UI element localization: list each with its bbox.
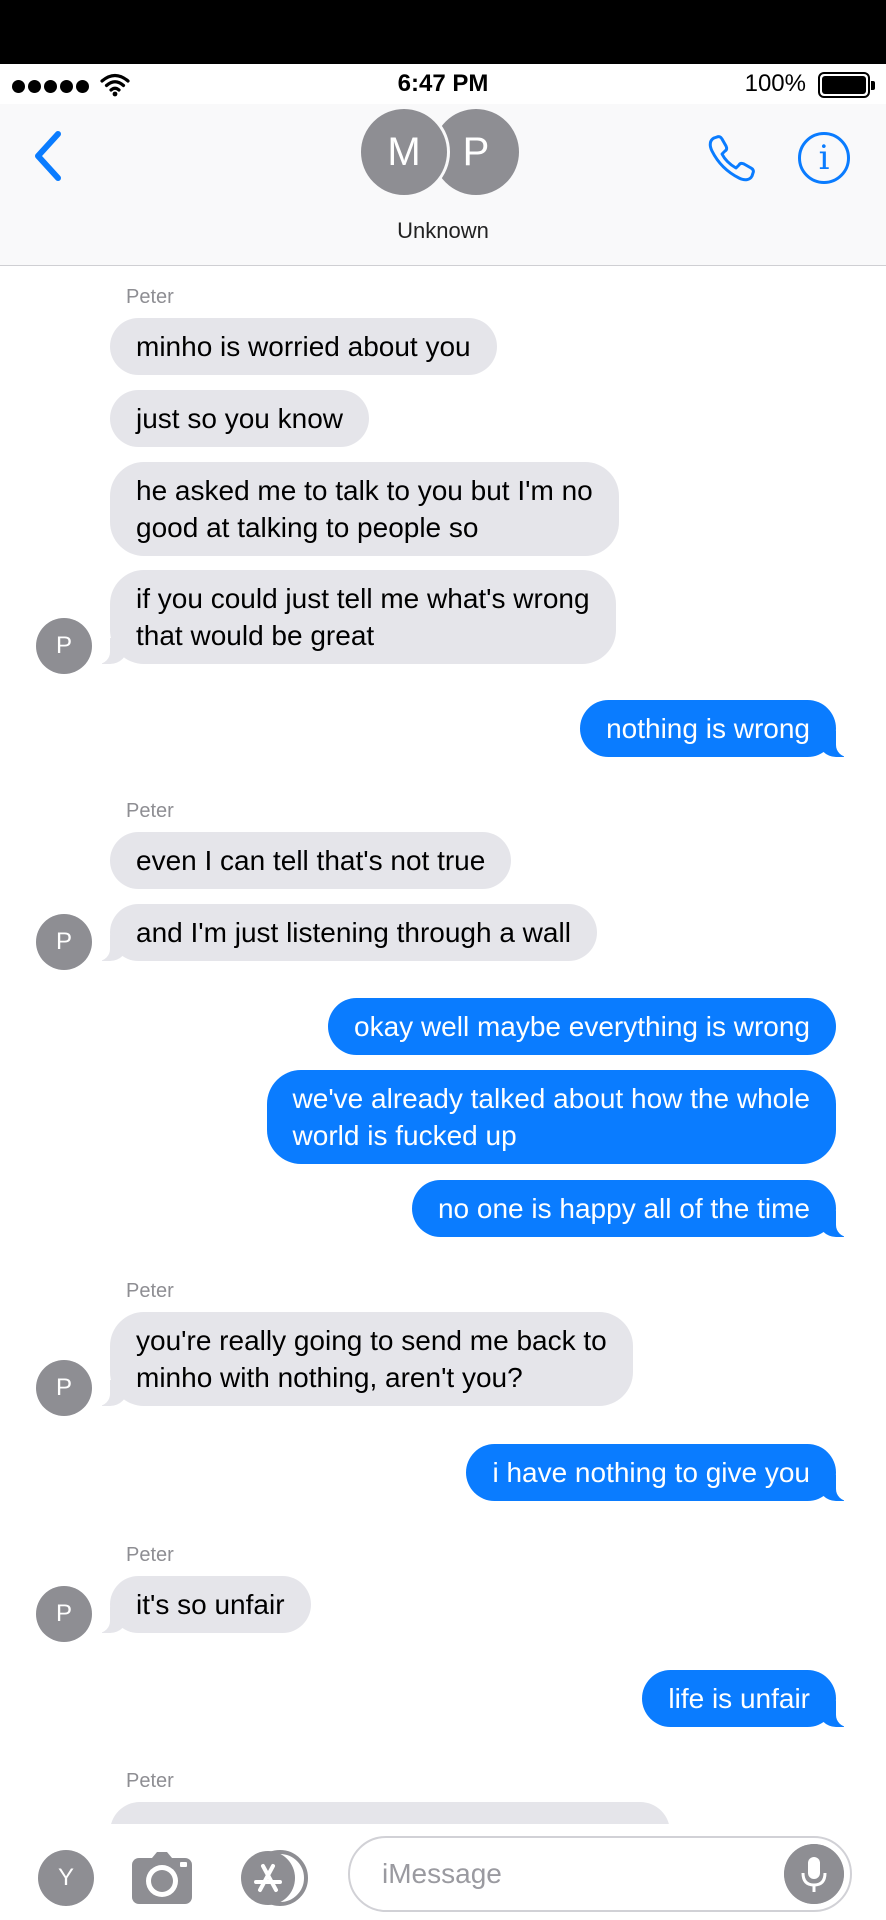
- battery-percent: 100%: [744, 70, 806, 97]
- sender-avatar: P: [36, 914, 92, 970]
- incoming-message[interactable]: and I'm just listening through a wall: [96, 904, 597, 961]
- account-avatar[interactable]: Y: [38, 1850, 94, 1906]
- battery-icon: [818, 72, 875, 98]
- outgoing-message[interactable]: life is unfair: [642, 1670, 850, 1727]
- outgoing-message[interactable]: we've already talked about how the whole…: [266, 1070, 836, 1164]
- incoming-message[interactable]: you're really going to send me back to m…: [96, 1312, 633, 1406]
- sender-avatar: P: [36, 1360, 92, 1416]
- incoming-message[interactable]: it's so unfair: [96, 1576, 311, 1633]
- sender-label: Peter: [126, 800, 174, 822]
- status-bar: 6:47 PM 100%: [0, 64, 886, 104]
- contact-name[interactable]: Unknown: [0, 218, 886, 244]
- imessage-input[interactable]: iMessage: [348, 1836, 852, 1912]
- sender-label: Peter: [126, 286, 174, 308]
- sender-avatar: P: [36, 1586, 92, 1642]
- message-thread: Peter minho is worried about you just so…: [0, 266, 886, 1824]
- incoming-message[interactable]: minho is worried about you: [110, 318, 497, 375]
- info-icon[interactable]: i: [798, 132, 850, 184]
- sender-label: Peter: [126, 1544, 174, 1566]
- avatar-m: M: [358, 106, 450, 198]
- sender-label: Peter: [126, 1280, 174, 1302]
- camera-icon[interactable]: [130, 1848, 194, 1908]
- conversation-header: M P Unknown i: [0, 104, 886, 266]
- back-chevron-icon[interactable]: [28, 126, 68, 186]
- incoming-message[interactable]: he asked me to talk to you but I'm no go…: [110, 462, 619, 556]
- sender-label: Peter: [126, 1770, 174, 1792]
- input-placeholder: iMessage: [382, 1858, 502, 1889]
- outgoing-message[interactable]: i have nothing to give you: [466, 1444, 850, 1501]
- top-black-bar: [0, 0, 886, 64]
- compose-toolbar: Y iMessage: [0, 1824, 886, 1920]
- incoming-message[interactable]: if you could just tell me what's wrong t…: [96, 570, 616, 664]
- sender-avatar: P: [36, 618, 92, 674]
- incoming-message[interactable]: just so you know: [110, 390, 369, 447]
- outgoing-message[interactable]: okay well maybe everything is wrong: [328, 998, 836, 1055]
- outgoing-message[interactable]: nothing is wrong: [580, 700, 850, 757]
- microphone-icon[interactable]: [784, 1844, 844, 1904]
- phone-icon[interactable]: [704, 130, 760, 186]
- outgoing-message[interactable]: no one is happy all of the time: [411, 1180, 851, 1237]
- incoming-message-partial[interactable]: [110, 1802, 670, 1824]
- app-store-icon[interactable]: [236, 1848, 316, 1908]
- incoming-message[interactable]: even I can tell that's not true: [110, 832, 512, 889]
- group-avatars[interactable]: M P: [358, 104, 534, 200]
